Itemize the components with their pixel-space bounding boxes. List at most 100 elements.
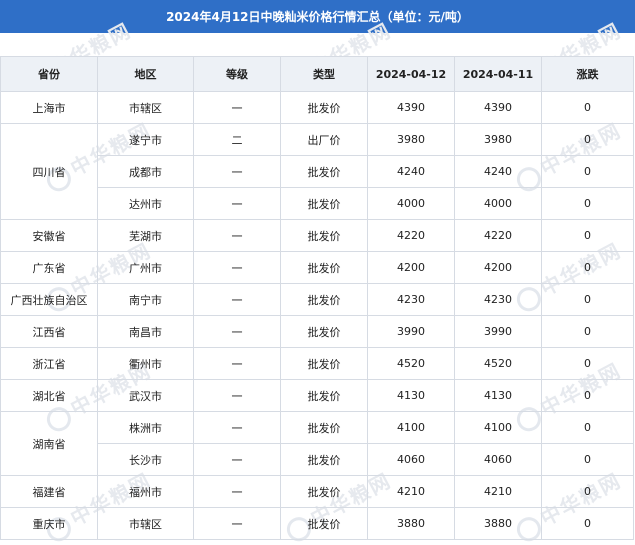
price-0412-cell: 4240 xyxy=(367,155,455,188)
type-cell: 批发价 xyxy=(280,251,368,284)
change-cell: 0 xyxy=(541,187,634,220)
region-cell: 广州市 xyxy=(97,251,194,284)
province-cell: 湖南省 xyxy=(0,411,98,476)
price-0411-cell: 3880 xyxy=(454,507,542,540)
province-cell: 上海市 xyxy=(0,91,98,124)
column-header-grade: 等级 xyxy=(193,56,281,92)
price-0412-cell: 4000 xyxy=(367,187,455,220)
grade-cell: 一 xyxy=(193,251,281,284)
table-row: 福建省 福州市 一 批发价 4210 4210 0 xyxy=(0,475,634,508)
table-title: 2024年4月12日中晚籼米价格行情汇总（单位：元/吨） xyxy=(0,0,635,33)
type-cell: 批发价 xyxy=(280,219,368,252)
grade-cell: 一 xyxy=(193,347,281,380)
province-cell: 江西省 xyxy=(0,315,98,348)
column-header-province: 省份 xyxy=(0,56,98,92)
grade-cell: 一 xyxy=(193,187,281,220)
price-0411-cell: 4240 xyxy=(454,155,542,188)
table-row: 湖南省 株洲市 一 批发价 4100 4100 0 xyxy=(0,411,634,476)
price-table: 省份 地区 等级 类型 2024-04-12 2024-04-11 涨跌 上海市… xyxy=(0,56,634,540)
region-cell: 达州市 xyxy=(97,187,194,220)
province-cell: 四川省 xyxy=(0,123,98,220)
region-cell: 南宁市 xyxy=(97,283,194,316)
region-cell: 市辖区 xyxy=(97,91,194,124)
change-cell: 0 xyxy=(541,315,634,348)
province-cell: 福建省 xyxy=(0,475,98,508)
grade-cell: 一 xyxy=(193,315,281,348)
table-row: 广东省 广州市 一 批发价 4200 4200 0 xyxy=(0,251,634,284)
price-0412-cell: 4130 xyxy=(367,379,455,412)
column-header-type: 类型 xyxy=(280,56,368,92)
type-cell: 批发价 xyxy=(280,411,368,444)
price-0411-cell: 3980 xyxy=(454,123,542,156)
type-cell: 批发价 xyxy=(280,315,368,348)
province-cell: 重庆市 xyxy=(0,507,98,540)
price-0412-cell: 4220 xyxy=(367,219,455,252)
region-cell: 遂宁市 xyxy=(97,123,194,156)
table-row: 安徽省 芜湖市 一 批发价 4220 4220 0 xyxy=(0,219,634,252)
price-0412-cell: 4060 xyxy=(367,443,455,476)
grade-cell: 一 xyxy=(193,475,281,508)
type-cell: 批发价 xyxy=(280,155,368,188)
price-0412-cell: 3980 xyxy=(367,123,455,156)
region-cell: 南昌市 xyxy=(97,315,194,348)
price-0412-cell: 4520 xyxy=(367,347,455,380)
type-cell: 批发价 xyxy=(280,379,368,412)
change-cell: 0 xyxy=(541,219,634,252)
price-0412-cell: 3880 xyxy=(367,507,455,540)
change-cell: 0 xyxy=(541,123,634,156)
table-row: 上海市 市辖区 一 批发价 4390 4390 0 xyxy=(0,91,634,124)
change-cell: 0 xyxy=(541,91,634,124)
province-cell: 广东省 xyxy=(0,251,98,284)
column-header-region: 地区 xyxy=(97,56,194,92)
type-cell: 批发价 xyxy=(280,283,368,316)
table-row: 江西省 南昌市 一 批发价 3990 3990 0 xyxy=(0,315,634,348)
grade-cell: 一 xyxy=(193,507,281,540)
grade-cell: 一 xyxy=(193,219,281,252)
region-cell: 市辖区 xyxy=(97,507,194,540)
price-0411-cell: 4200 xyxy=(454,251,542,284)
price-0412-cell: 4390 xyxy=(367,91,455,124)
type-cell: 批发价 xyxy=(280,507,368,540)
price-0411-cell: 4100 xyxy=(454,411,542,444)
price-0412-cell: 4200 xyxy=(367,251,455,284)
region-cell: 衢州市 xyxy=(97,347,194,380)
grade-cell: 二 xyxy=(193,123,281,156)
type-cell: 批发价 xyxy=(280,347,368,380)
price-0412-cell: 4100 xyxy=(367,411,455,444)
change-cell: 0 xyxy=(541,283,634,316)
region-cell: 成都市 xyxy=(97,155,194,188)
type-cell: 出厂价 xyxy=(280,123,368,156)
change-cell: 0 xyxy=(541,347,634,380)
change-cell: 0 xyxy=(541,379,634,412)
price-0412-cell: 4230 xyxy=(367,283,455,316)
region-cell: 芜湖市 xyxy=(97,219,194,252)
price-0411-cell: 4220 xyxy=(454,219,542,252)
grade-cell: 一 xyxy=(193,443,281,476)
price-0411-cell: 4000 xyxy=(454,187,542,220)
change-cell: 0 xyxy=(541,475,634,508)
change-cell: 0 xyxy=(541,443,634,476)
column-header-change: 涨跌 xyxy=(541,56,634,92)
table-row: 四川省 遂宁市 二 出厂价 3980 3980 0 xyxy=(0,123,634,220)
table-header-row: 省份 地区 等级 类型 2024-04-12 2024-04-11 涨跌 xyxy=(0,56,634,92)
region-cell: 株洲市 xyxy=(97,411,194,444)
column-header-date-0411: 2024-04-11 xyxy=(454,56,542,92)
change-cell: 0 xyxy=(541,251,634,284)
price-0411-cell: 3990 xyxy=(454,315,542,348)
grade-cell: 一 xyxy=(193,379,281,412)
price-0411-cell: 4390 xyxy=(454,91,542,124)
change-cell: 0 xyxy=(541,155,634,188)
change-cell: 0 xyxy=(541,507,634,540)
price-0412-cell: 4210 xyxy=(367,475,455,508)
table-row: 重庆市 市辖区 一 批发价 3880 3880 0 xyxy=(0,507,634,540)
table-row: 浙江省 衢州市 一 批发价 4520 4520 0 xyxy=(0,347,634,380)
column-header-date-0412: 2024-04-12 xyxy=(367,56,455,92)
price-0411-cell: 4210 xyxy=(454,475,542,508)
type-cell: 批发价 xyxy=(280,187,368,220)
province-cell: 安徽省 xyxy=(0,219,98,252)
type-cell: 批发价 xyxy=(280,91,368,124)
price-0411-cell: 4130 xyxy=(454,379,542,412)
price-0411-cell: 4520 xyxy=(454,347,542,380)
type-cell: 批发价 xyxy=(280,475,368,508)
price-0411-cell: 4230 xyxy=(454,283,542,316)
